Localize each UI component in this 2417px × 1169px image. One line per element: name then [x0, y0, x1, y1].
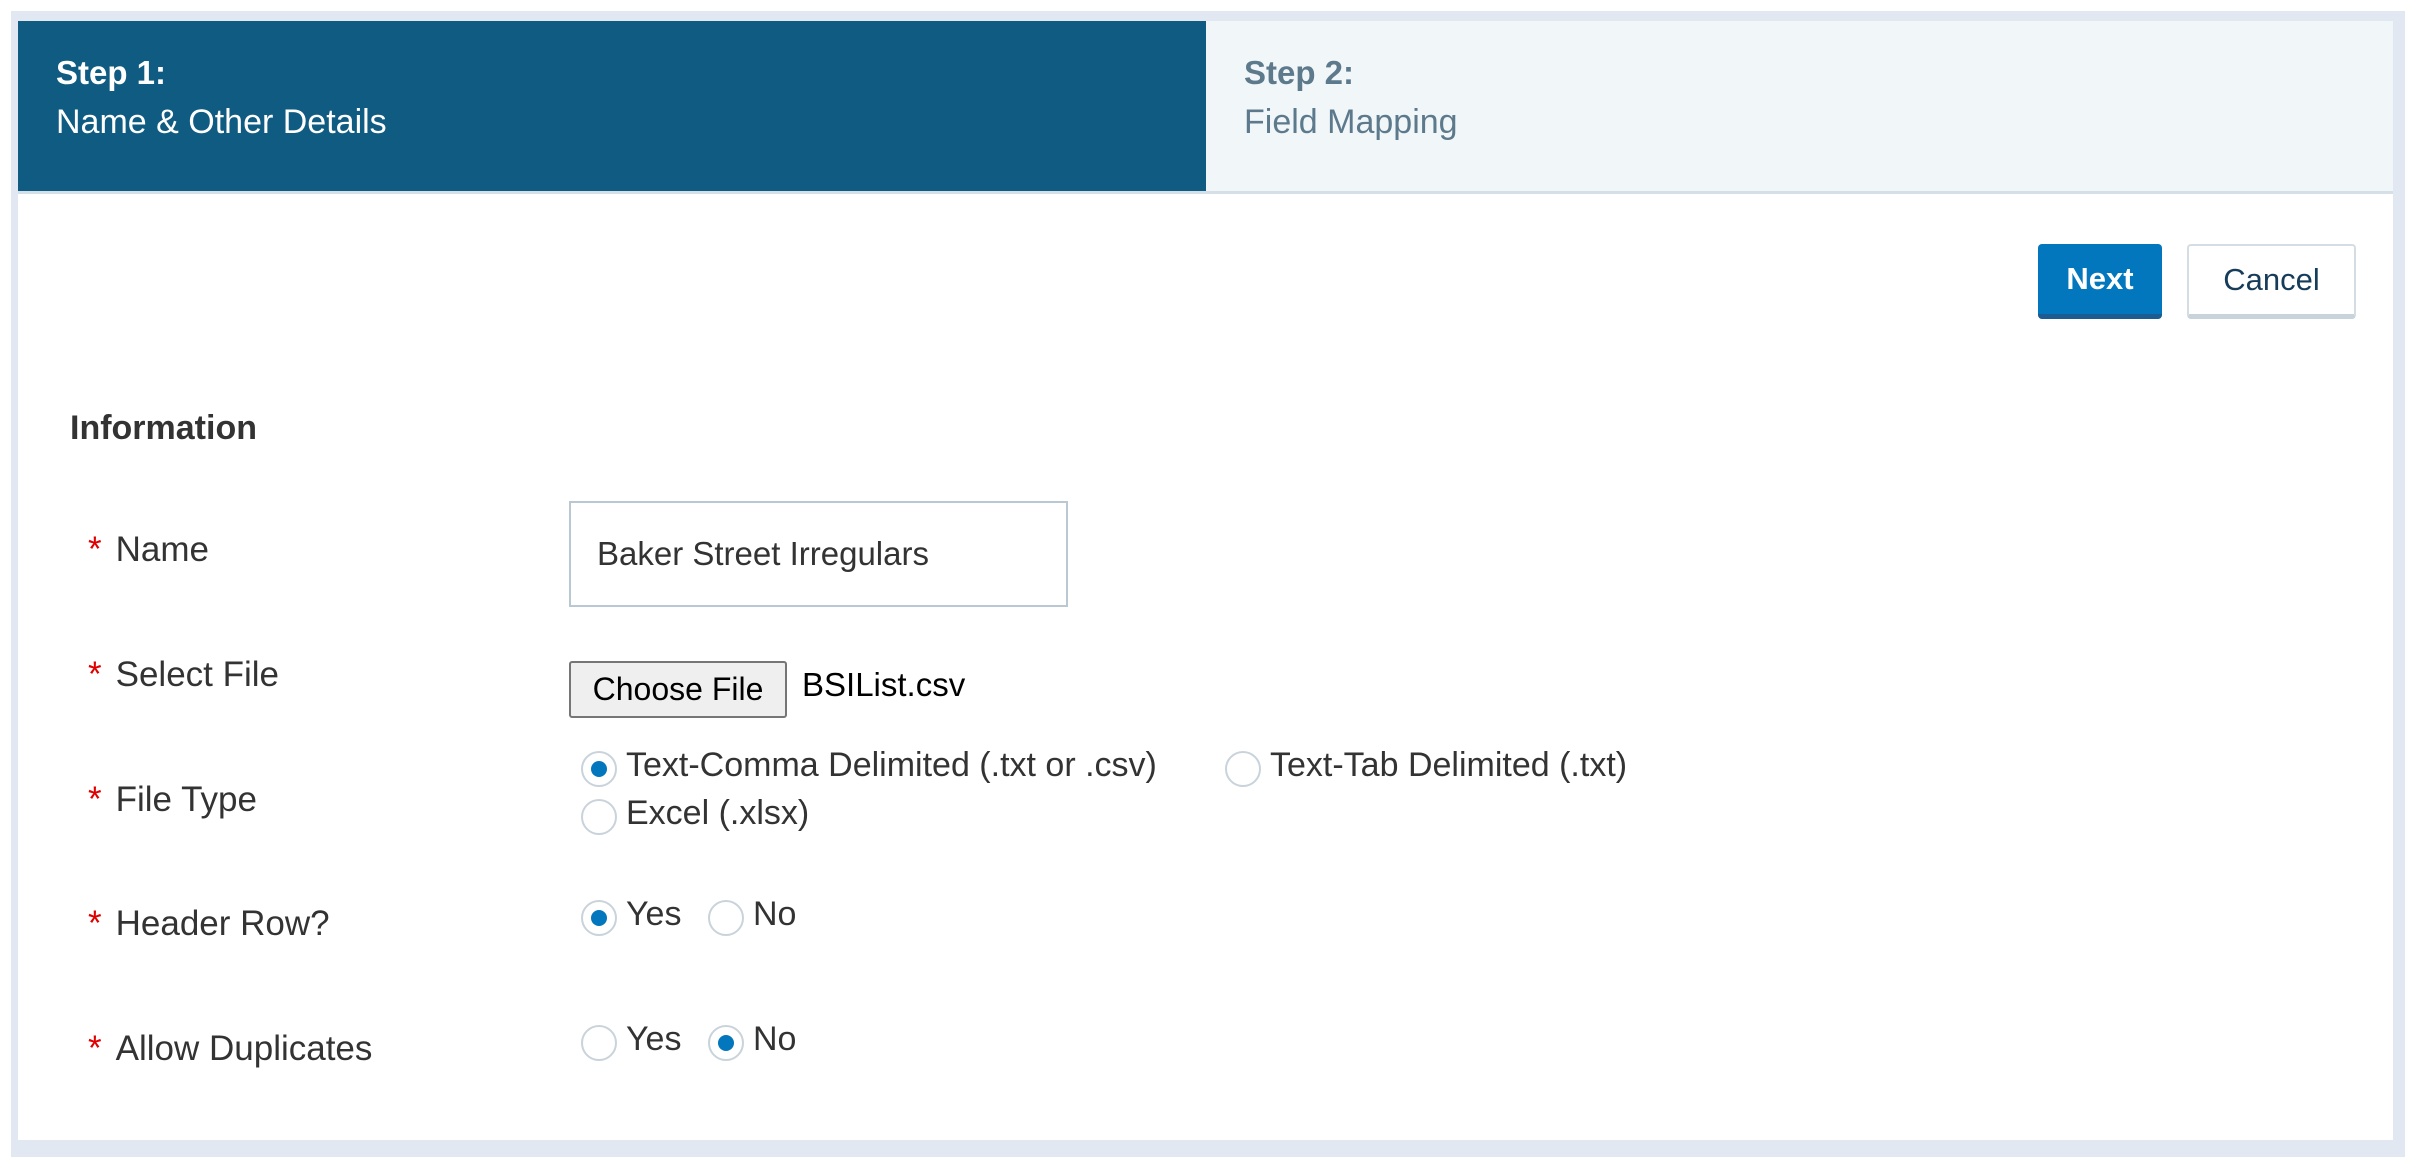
allow-duplicates-yes-option[interactable]: Yes [581, 1017, 681, 1061]
required-marker: * [88, 904, 102, 943]
radio-button[interactable] [581, 799, 617, 835]
header-row-no-option[interactable]: No [708, 892, 796, 936]
select-file-label: * Select File [88, 655, 279, 695]
section-title: Information [70, 409, 257, 447]
file-type-label: * File Type [88, 780, 257, 820]
wizard-steps: Step 1: Name & Other Details Step 2: Fie… [18, 21, 2393, 194]
file-type-comma-option[interactable]: Text-Comma Delimited (.txt or .csv) [581, 743, 1157, 787]
radio-button-selected[interactable] [581, 900, 617, 936]
step-2-tab[interactable]: Step 2: Field Mapping [1206, 21, 2393, 191]
header-row-yes-option[interactable]: Yes [581, 892, 681, 936]
header-row-label: * Header Row? [88, 904, 330, 944]
required-marker: * [88, 655, 102, 694]
required-marker: * [88, 780, 102, 819]
step-2-number: Step 2: [1244, 54, 1355, 91]
allow-duplicates-label: * Allow Duplicates [88, 1029, 372, 1069]
page-frame: Step 1: Name & Other Details Step 2: Fie… [11, 11, 2405, 1157]
file-type-label-text: File Type [115, 780, 257, 819]
choose-file-button[interactable]: Choose File [569, 661, 787, 718]
step-1-tab[interactable]: Step 1: Name & Other Details [18, 21, 1206, 191]
required-marker: * [88, 1029, 102, 1068]
name-label: * Name [88, 530, 209, 570]
file-type-comma-label: Text-Comma Delimited (.txt or .csv) [626, 745, 1157, 784]
step-2-title: Field Mapping [1244, 103, 1458, 141]
required-marker: * [88, 530, 102, 569]
allow-duplicates-label-text: Allow Duplicates [115, 1029, 373, 1068]
select-file-label-text: Select File [115, 655, 280, 694]
name-input[interactable] [569, 501, 1068, 607]
radio-button-selected[interactable] [708, 1025, 744, 1061]
file-type-tab-label: Text-Tab Delimited (.txt) [1270, 745, 1628, 784]
step-1-number: Step 1: [56, 54, 167, 91]
allow-duplicates-no-option[interactable]: No [708, 1017, 796, 1061]
file-type-excel-option[interactable]: Excel (.xlsx) [581, 791, 809, 835]
next-button[interactable]: Next [2038, 244, 2162, 319]
header-row-no-label: No [753, 894, 797, 933]
file-type-tab-option[interactable]: Text-Tab Delimited (.txt) [1225, 743, 1627, 787]
radio-button-selected[interactable] [581, 751, 617, 787]
allow-duplicates-no-label: No [753, 1019, 797, 1058]
name-label-text: Name [115, 530, 209, 569]
step-1-title: Name & Other Details [56, 103, 387, 141]
allow-duplicates-yes-label: Yes [626, 1019, 682, 1058]
file-type-excel-label: Excel (.xlsx) [626, 793, 810, 832]
selected-file-name: BSIList.csv [802, 666, 966, 703]
wizard-panel: Step 1: Name & Other Details Step 2: Fie… [18, 21, 2393, 1140]
cancel-button[interactable]: Cancel [2187, 244, 2356, 319]
header-row-yes-label: Yes [626, 894, 682, 933]
header-row-label-text: Header Row? [115, 904, 330, 943]
radio-button[interactable] [1225, 751, 1261, 787]
radio-button[interactable] [708, 900, 744, 936]
radio-button[interactable] [581, 1025, 617, 1061]
